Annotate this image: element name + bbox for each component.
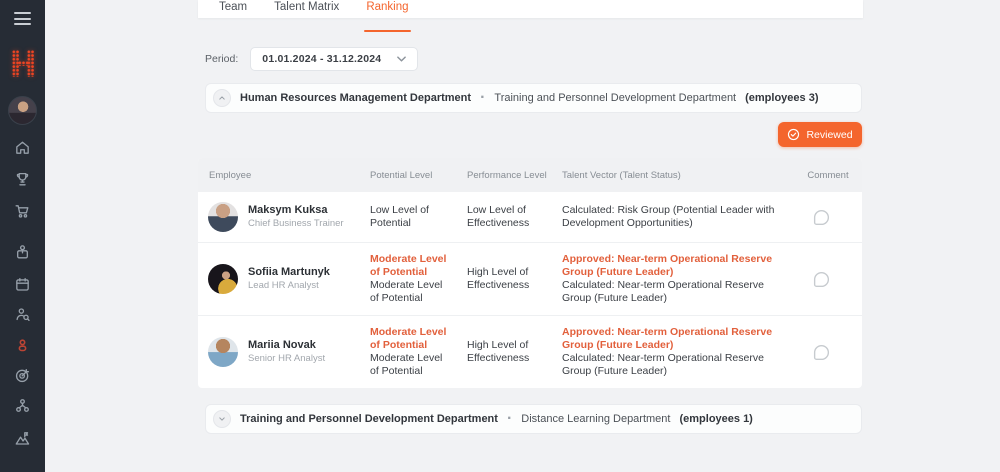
employee-avatar [208, 202, 238, 232]
col-employee: Employee [198, 170, 370, 181]
check-circle-icon [787, 128, 800, 141]
period-value: 01.01.2024 - 31.12.2024 [262, 53, 381, 65]
talent-vector-cell: Calculated: Risk Group (Potential Leader… [562, 204, 794, 230]
employee-role: Senior HR Analyst [248, 353, 325, 366]
calendar-icon[interactable] [14, 276, 31, 293]
reviewed-button-label: Reviewed [806, 129, 852, 141]
table-row: Maksym Kuksa Chief Business Trainer Low … [198, 192, 862, 243]
reviewed-button[interactable]: Reviewed [778, 122, 862, 147]
tab-team[interactable]: Team [219, 0, 247, 18]
tab-bar: Team Talent Matrix Ranking [198, 0, 863, 18]
trophy-icon[interactable] [14, 171, 31, 188]
chevron-down-icon [397, 56, 406, 62]
potential-level-cell: Moderate Level of Potential Moderate Lev… [370, 326, 467, 378]
org-structure-icon[interactable] [14, 397, 31, 414]
user-avatar[interactable] [8, 96, 37, 125]
table-row: Sofiia Martunyk Lead HR Analyst Moderate… [198, 243, 862, 316]
target-icon[interactable] [14, 367, 31, 384]
section-title: Human Resources Management Department [240, 92, 471, 104]
employee-name: Mariia Novak [248, 339, 325, 352]
period-row: Period: 01.01.2024 - 31.12.2024 [205, 47, 418, 71]
employee-avatar [208, 337, 238, 367]
section-employee-count: (employees 3) [745, 92, 818, 104]
employee-role: Chief Business Trainer [248, 218, 344, 231]
section-dot: · [507, 410, 512, 428]
col-talent-vector: Talent Vector (Talent Status) [562, 170, 794, 181]
comment-icon[interactable] [812, 270, 831, 289]
department-section-header-2[interactable]: Training and Personnel Development Depar… [205, 404, 862, 434]
employee-name: Sofiia Martunyk [248, 266, 330, 279]
section-employee-count: (employees 1) [679, 413, 752, 425]
performance-level-cell: Low Level of Effectiveness [467, 204, 562, 230]
chevron-down-icon[interactable] [213, 410, 231, 428]
table-header: Employee Potential Level Performance Lev… [198, 158, 862, 192]
person-search-icon[interactable] [14, 306, 31, 323]
employee-name: Maksym Kuksa [248, 204, 344, 217]
menu-icon[interactable] [14, 12, 31, 29]
sidebar [0, 0, 45, 472]
comment-icon[interactable] [812, 343, 831, 362]
cart-icon[interactable] [14, 203, 31, 220]
performance-level-cell: High Level of Effectiveness [467, 339, 562, 365]
employee-avatar [208, 264, 238, 294]
section-dot: · [480, 89, 485, 107]
section-subtitle: Training and Personnel Development Depar… [494, 92, 736, 104]
period-dropdown[interactable]: 01.01.2024 - 31.12.2024 [250, 47, 418, 71]
department-section-header-1[interactable]: Human Resources Management Department · … [205, 83, 862, 113]
employee-role: Lead HR Analyst [248, 280, 330, 293]
tab-talent-matrix[interactable]: Talent Matrix [274, 0, 339, 18]
comment-icon[interactable] [812, 208, 831, 227]
logo-h[interactable] [12, 50, 34, 77]
section-title: Training and Personnel Development Depar… [240, 413, 498, 425]
col-potential-level: Potential Level [370, 170, 467, 181]
potential-level-cell: Moderate Level of Potential Moderate Lev… [370, 253, 467, 305]
tab-ranking[interactable]: Ranking [366, 0, 408, 18]
chevron-up-icon[interactable] [213, 89, 231, 107]
period-label: Period: [205, 53, 238, 65]
person-icon[interactable] [14, 337, 31, 354]
talent-vector-cell: Approved: Near-term Operational Reserve … [562, 326, 794, 378]
potential-level-cell: Low Level of Potential [370, 204, 467, 230]
col-comment: Comment [794, 170, 862, 181]
employees-table: Employee Potential Level Performance Lev… [198, 158, 862, 388]
talent-vector-cell: Approved: Near-term Operational Reserve … [562, 253, 794, 305]
col-performance-level: Performance Level [467, 170, 562, 181]
vacancy-icon[interactable] [14, 244, 31, 261]
home-icon[interactable] [14, 139, 31, 156]
app-root: Team Talent Matrix Ranking Period: 01.01… [0, 0, 1000, 472]
section-subtitle: Distance Learning Department [521, 413, 670, 425]
mountain-icon[interactable] [14, 430, 31, 447]
table-row: Mariia Novak Senior HR Analyst Moderate … [198, 316, 862, 388]
performance-level-cell: High Level of Effectiveness [467, 266, 562, 292]
